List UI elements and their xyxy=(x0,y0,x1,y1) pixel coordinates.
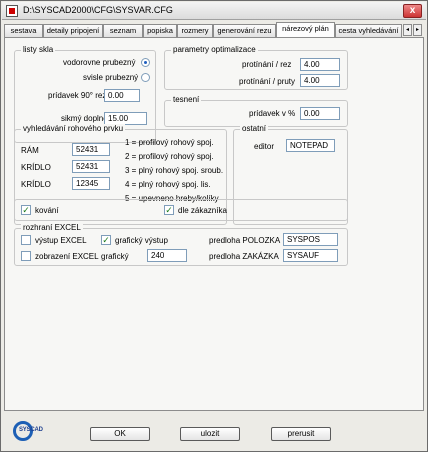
group-legend: rozhraní EXCEL xyxy=(21,223,83,232)
kovani-checkbox[interactable]: ✓ xyxy=(21,205,31,215)
vystup-excel-checkbox[interactable] xyxy=(21,235,31,245)
rohovy-row-label: KRÍDLO xyxy=(21,180,51,189)
tab-narezovy-plan[interactable]: nárezový plán xyxy=(276,22,335,37)
protinani-pruty-label: protínání / pruty xyxy=(239,77,296,86)
group-tesneni: tesnení prídavek v % 0.00 xyxy=(164,95,348,127)
rohovy-row-label: KRÍDLO xyxy=(21,163,51,172)
zobrazeni-excel-label: zobrazení EXCEL xyxy=(35,252,99,261)
graficky-vystup-checkbox[interactable]: ✓ xyxy=(101,235,111,245)
rohovy-row-label: RÁM xyxy=(21,146,39,155)
rohovy-note: 1 = profilový rohový spoj. xyxy=(125,138,214,147)
title-bar: D:\SYSCAD2000\CFG\SYSVAR.CFG x xyxy=(2,2,426,20)
rohovy-note: 4 = plný rohový spoj. lis. xyxy=(125,180,211,189)
group-rozhrani-excel: rozhraní EXCEL výstup EXCEL ✓ grafický v… xyxy=(14,223,348,266)
ulozit-button[interactable]: ulozit xyxy=(180,427,240,441)
window-title: D:\SYSCAD2000\CFG\SYSVAR.CFG xyxy=(23,5,173,15)
protinani-rez-field[interactable]: 4.00 xyxy=(300,58,340,71)
tab-generovani-rezu[interactable]: generování rezu xyxy=(213,24,276,37)
tesneni-pridavek-field[interactable]: 0.00 xyxy=(300,107,340,120)
group-legend: parametry optimalizace xyxy=(171,45,258,54)
group-legend: listy skla xyxy=(21,45,56,54)
editor-field[interactable]: NOTEPAD xyxy=(286,139,335,152)
editor-label: editor xyxy=(254,142,275,151)
tab-strip: sestava detaily pripojení seznam popiska… xyxy=(4,22,424,37)
vystup-excel-label: výstup EXCEL xyxy=(35,236,87,245)
zobrazeni-excel-checkbox[interactable] xyxy=(21,251,31,261)
predloha-zakazka-field[interactable]: SYSAUF xyxy=(283,249,338,262)
rohovy-row-field[interactable]: 12345 xyxy=(72,177,110,190)
graficky-label: grafický xyxy=(101,252,129,261)
logo-text: SYSCAD xyxy=(19,427,43,433)
graficky-field[interactable]: 240 xyxy=(147,249,187,262)
syscad-logo: SYSCAD xyxy=(13,421,43,441)
pridavek-90-field[interactable]: 0.00 xyxy=(104,89,140,102)
protinani-pruty-field[interactable]: 4.00 xyxy=(300,74,340,87)
group-legend: ostatní xyxy=(240,124,269,133)
tab-popiska[interactable]: popiska xyxy=(143,24,177,37)
zakaznika-checkbox[interactable]: ✓ xyxy=(164,205,174,215)
predloha-polozka-label: predloha POLOZKA xyxy=(209,236,281,245)
group-legend: tesnení xyxy=(171,95,202,104)
pridavek-90-label: prídavek 90° rez xyxy=(48,91,107,100)
predloha-polozka-field[interactable]: SYSPOS xyxy=(283,233,338,246)
close-button[interactable]: x xyxy=(403,4,422,18)
rohovy-note: 3 = plný rohový spoj. sroub. xyxy=(125,166,224,175)
ok-button[interactable]: OK xyxy=(90,427,150,441)
vodorovne-radio[interactable] xyxy=(141,58,150,67)
tab-panel: listy skla vodorovne prubezný svisle pru… xyxy=(4,37,424,411)
tab-seznam[interactable]: seznam xyxy=(103,24,143,37)
rohovy-row-field[interactable]: 52431 xyxy=(72,160,110,173)
tab-rozmery[interactable]: rozmery xyxy=(177,24,213,37)
app-icon xyxy=(6,5,18,17)
rohovy-note: 2 = profilový rohový spoj. xyxy=(125,152,214,161)
tab-sestava[interactable]: sestava xyxy=(4,24,43,37)
button-bar: SYSCAD OK ulozit prerusit xyxy=(4,413,424,449)
group-legend: vyhledávání rohového prvku xyxy=(21,124,126,133)
protinani-rez-label: protínání / rez xyxy=(242,60,292,69)
group-parametry-optimalizace: parametry optimalizace protínání / rez 4… xyxy=(164,45,348,90)
zakaznika-label: dle zákazníka xyxy=(178,206,227,215)
prerusit-button[interactable]: prerusit xyxy=(271,427,331,441)
vodorovne-label: vodorovne prubezný xyxy=(63,58,136,67)
rohovy-row-field[interactable]: 52431 xyxy=(72,143,110,156)
kovani-label: kování xyxy=(35,206,59,215)
svisle-label: svisle prubezný xyxy=(83,73,139,82)
svisle-radio[interactable] xyxy=(141,73,150,82)
tab-scroll-left-icon[interactable]: ◂ xyxy=(403,24,412,36)
predloha-zakazka-label: predloha ZAKÁZKA xyxy=(209,252,279,261)
tesneni-pridavek-label: prídavek v % xyxy=(249,109,296,118)
group-options: ✓ kování ✓ dle zákazníka xyxy=(14,199,348,221)
tab-detaily-pripojeni[interactable]: detaily pripojení xyxy=(43,24,103,37)
dialog-window: D:\SYSCAD2000\CFG\SYSVAR.CFG x sestava d… xyxy=(0,0,428,452)
tab-cesta-vyhledavani[interactable]: cesta vyhledávání xyxy=(335,24,402,37)
tab-scroll-right-icon[interactable]: ▸ xyxy=(413,24,422,36)
graficky-vystup-label: grafický výstup xyxy=(115,236,168,245)
